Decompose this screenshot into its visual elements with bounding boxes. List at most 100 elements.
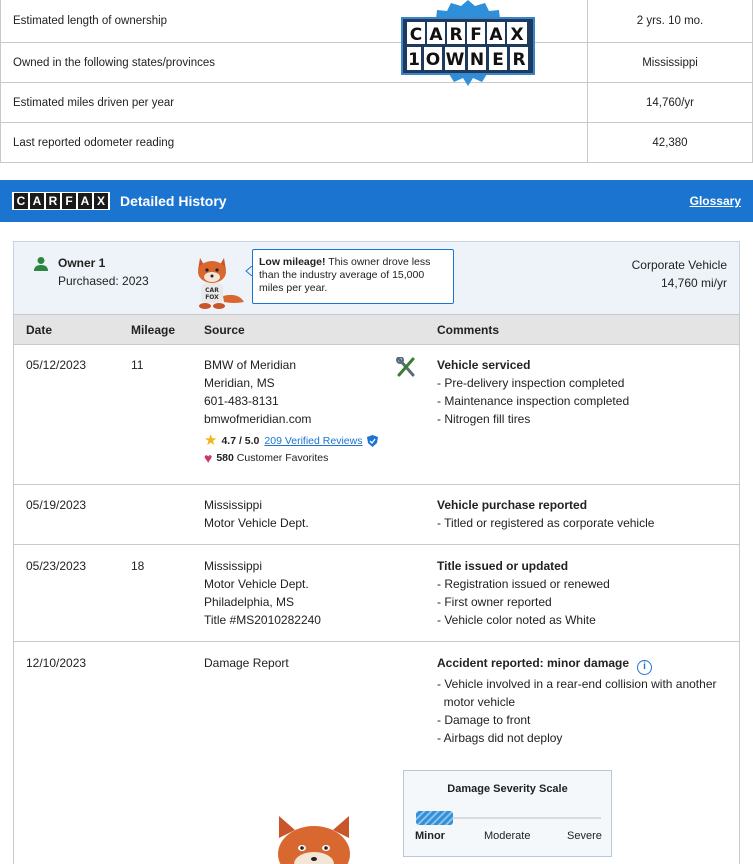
carfox-mascot-icon: CAR FOX: [198, 258, 244, 309]
glossary-link[interactable]: Glossary: [690, 194, 741, 208]
damage-scale-title: Damage Severity Scale: [447, 783, 568, 795]
logo-letter: A: [78, 193, 92, 209]
comment-title: Vehicle purchase reported: [437, 498, 588, 512]
owner-purchase-year: Purchased: 2023: [58, 274, 149, 288]
summary-row: Estimated length of ownership 2 yrs. 10 …: [1, 0, 752, 42]
comment-line: - Maintenance inspection completed: [437, 394, 630, 408]
scale-label-severe: Severe: [567, 830, 602, 842]
svg-text:N: N: [470, 50, 484, 70]
rating-value: 4.7 / 5.0: [221, 435, 260, 447]
source-name: Mississippi: [204, 559, 263, 573]
summary-row: Owned in the following states/provinces …: [1, 42, 752, 82]
svg-text:CAR: CAR: [205, 287, 219, 294]
owner-type-info: Corporate Vehicle 14,760 mi/yr: [632, 256, 727, 292]
source-detail: Motor Vehicle Dept.: [204, 516, 309, 530]
svg-text:R: R: [449, 25, 462, 45]
summary-value: 2 yrs. 10 mo.: [587, 0, 752, 42]
heart-icon: ♥: [204, 450, 213, 466]
source-phone: 601-483-8131: [204, 394, 279, 408]
summary-label: Estimated miles driven per year: [13, 96, 175, 109]
record-mileage: 11: [131, 358, 144, 372]
tip-heading: Low mileage!: [259, 256, 326, 268]
low-mileage-tip: Low mileage! This owner drove less than …: [252, 249, 454, 304]
record-comments: Vehicle serviced - Pre-delivery inspecti…: [437, 356, 629, 428]
table-row: 05/12/2023 11 BMW of Meridian Meridian, …: [14, 345, 739, 485]
svg-text:E: E: [492, 50, 504, 70]
record-comments: Title issued or updated - Registration i…: [437, 557, 610, 629]
source-detail: Motor Vehicle Dept.: [204, 577, 309, 591]
svg-text:W: W: [446, 50, 465, 70]
column-header-mileage: Mileage: [131, 323, 176, 337]
record-source: BMW of Meridian Meridian, MS 601-483-813…: [204, 356, 379, 467]
comment-line: - Damage to front: [437, 713, 531, 727]
detailed-history-header: CARFAX Detailed History Glossary: [0, 180, 753, 222]
source-name: Mississippi: [204, 498, 263, 512]
comment-line: - Vehicle color noted as White: [437, 613, 596, 627]
logo-letter: R: [46, 193, 60, 209]
record-mileage: 18: [131, 559, 145, 573]
section-title: Detailed History: [120, 193, 227, 209]
favorites-count: 580: [216, 452, 234, 464]
carfax-one-owner-badge: C A R F A X 1 O W N E R: [401, 0, 535, 86]
table-row: 05/23/2023 18 Mississippi Motor Vehicle …: [14, 545, 739, 642]
comment-title-text: Accident reported: minor damage: [437, 656, 630, 670]
record-source: Mississippi Motor Vehicle Dept.: [204, 496, 309, 532]
record-date: 12/10/2023: [26, 656, 87, 670]
comment-line: - Vehicle involved in a rear-end collisi…: [437, 677, 717, 691]
record-comments: Accident reported: minor damage i - Vehic…: [437, 654, 717, 747]
comment-title: Vehicle serviced: [437, 358, 531, 372]
damage-level-fill: [416, 811, 453, 825]
svg-text:A: A: [429, 25, 443, 45]
svg-text:A: A: [489, 25, 503, 45]
owner-name: Owner 1: [58, 256, 106, 270]
info-icon[interactable]: i: [637, 660, 653, 675]
source-website: bmwofmeridian.com: [204, 412, 312, 426]
column-header-source: Source: [204, 323, 245, 337]
comment-line: - First owner reported: [437, 595, 552, 609]
svg-text:F: F: [470, 25, 482, 45]
svg-text:O: O: [426, 50, 440, 70]
carfox-mascot-icon: [278, 816, 350, 864]
history-table: Date Mileage Source Comments 05/12/2023 …: [13, 314, 740, 864]
logo-letter: F: [62, 193, 76, 209]
verified-shield-icon: [367, 435, 379, 447]
record-date: 05/12/2023: [26, 358, 87, 372]
ownership-summary-table: Estimated length of ownership 2 yrs. 10 …: [0, 0, 753, 163]
record-comments: Vehicle purchase reported - Titled or re…: [437, 496, 654, 532]
record-source: Mississippi Motor Vehicle Dept. Philadel…: [204, 557, 321, 629]
logo-letter: C: [14, 193, 28, 209]
comment-line: - Registration issued or renewed: [437, 577, 610, 591]
summary-label: Last reported odometer reading: [13, 136, 175, 149]
svg-text:X: X: [510, 25, 523, 45]
comment-title: Accident reported: minor damage i: [437, 654, 717, 675]
svg-text:C: C: [410, 25, 422, 45]
column-header-date: Date: [26, 323, 53, 337]
comment-line: - Titled or registered as corporate vehi…: [437, 516, 655, 530]
customer-favorites: ♥ 580 Customer Favorites: [204, 449, 378, 467]
svg-text:R: R: [512, 50, 525, 70]
column-header-comments: Comments: [437, 323, 500, 337]
owner-summary-panel: Owner 1 Purchased: 2023 CAR FOX Low mile…: [13, 241, 740, 315]
summary-row: Last reported odometer reading 42,380: [1, 122, 752, 162]
comment-title: Title issued or updated: [437, 559, 569, 573]
owner-miles-per-year: 14,760 mi/yr: [660, 276, 727, 290]
comment-line: - Nitrogen fill tires: [437, 412, 531, 426]
star-icon: ★: [204, 432, 218, 449]
source-location: Meridian, MS: [204, 376, 275, 390]
summary-row: Estimated miles driven per year 14,760/y…: [1, 82, 752, 122]
record-date: 05/19/2023: [26, 498, 87, 512]
source-name: BMW of Meridian: [204, 358, 297, 372]
scale-label-minor: Minor: [415, 830, 445, 842]
summary-value: 42,380: [587, 123, 752, 162]
table-header: Date Mileage Source Comments: [14, 314, 739, 345]
person-icon: [34, 257, 48, 271]
logo-letter: X: [94, 193, 108, 209]
logo-letter: A: [30, 193, 44, 209]
damage-scale-bar: [416, 811, 601, 825]
comment-line: - Airbags did not deploy: [437, 731, 563, 745]
verified-reviews-link[interactable]: 209 Verified Reviews: [264, 432, 362, 450]
comment-line: motor vehicle: [437, 695, 516, 709]
svg-text:FOX: FOX: [205, 294, 219, 301]
favorites-label: Customer Favorites: [236, 452, 329, 464]
scale-label-moderate: Moderate: [484, 830, 531, 842]
